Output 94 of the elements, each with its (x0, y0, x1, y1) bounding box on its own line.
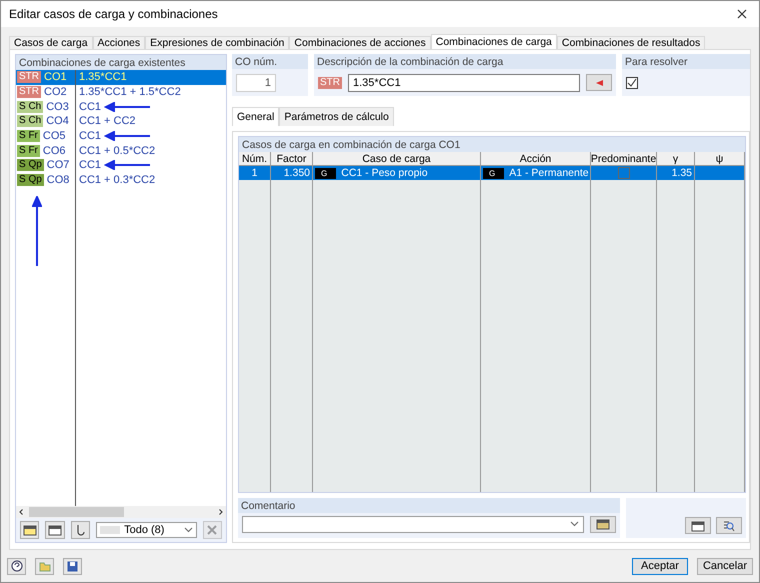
search-icon (723, 520, 735, 532)
formula: CC1 (79, 130, 102, 142)
dialog-button[interactable]: Cancelar (697, 558, 753, 574)
chevron-down-icon (570, 521, 579, 527)
arrow-icon (32, 196, 42, 266)
combination-id: CO2 (44, 86, 67, 98)
combination-id: CO3 (46, 100, 69, 113)
table-cell: A1 - Permanente (509, 167, 589, 179)
comment-field[interactable] (242, 516, 584, 532)
group-title: Para resolver (622, 54, 750, 69)
checkbox[interactable] (626, 76, 638, 88)
filter-dropdown[interactable]: Todo (8) (96, 522, 197, 538)
tag: G (315, 168, 336, 178)
arrow-icon (104, 102, 150, 112)
tab[interactable]: General (232, 107, 280, 126)
tag: S Ch (17, 100, 44, 113)
list-item[interactable]: S Qp CO8 (16, 172, 75, 188)
table-cell: CC1 - Peso propio (341, 167, 428, 179)
chevron-right-icon[interactable] (219, 509, 223, 515)
list-item[interactable]: CC1 + CC2 (76, 114, 226, 129)
list-item[interactable]: CC1 (76, 128, 226, 144)
chevron-down-icon (184, 527, 193, 533)
list-item[interactable]: CC1 + 0.3*CC2 (76, 172, 226, 188)
tab[interactable]: Casos de carga (9, 36, 93, 49)
tab[interactable]: Combinaciones de acciones (289, 36, 431, 49)
save-button[interactable] (63, 558, 82, 574)
tag: STR (17, 86, 41, 98)
checkbox[interactable] (618, 167, 630, 179)
list-item[interactable]: S Fr CO5 (16, 128, 75, 144)
arrow-button[interactable] (586, 74, 612, 91)
list-item[interactable]: CC1 (76, 158, 226, 173)
list-item[interactable]: S Qp CO7 (16, 158, 75, 173)
window-button[interactable] (685, 517, 711, 534)
list-item[interactable]: CC1 (76, 99, 226, 114)
triangle-icon (595, 78, 603, 86)
search-button[interactable] (716, 517, 742, 534)
tag: STR (318, 76, 342, 88)
formula: 1.35*CC1 (79, 71, 127, 84)
list-item[interactable]: S Fr CO6 (16, 143, 75, 158)
tag: G (483, 168, 504, 178)
combination-id: CO1 (44, 71, 67, 84)
list-item[interactable]: STR CO2 (16, 84, 75, 100)
description-field[interactable]: 1.35*CC1 (348, 74, 580, 92)
tag: S Qp (17, 159, 44, 172)
combination-id: CO7 (46, 159, 70, 172)
window-icon (48, 524, 62, 536)
formula: 1.35*CC1 + 1.5*CC2 (79, 86, 181, 98)
group-title: Descripción de la combinación de carga (314, 54, 616, 69)
tab[interactable]: Expresiones de combinación (145, 36, 290, 49)
formula: CC1 + 0.3*CC2 (79, 174, 156, 186)
tab[interactable]: Acciones (92, 36, 146, 49)
tag: S Fr (17, 144, 40, 157)
list-item[interactable]: 1.35*CC1 (76, 70, 226, 85)
formula: CC1 + 0.5*CC2 (79, 144, 156, 157)
combination-id: CO6 (42, 144, 66, 157)
tag: STR (17, 71, 41, 84)
group-title: Comentario (238, 498, 620, 513)
group-title: CO núm. (232, 54, 308, 69)
tab[interactable]: Parámetros de cálculo (279, 107, 394, 126)
list-item[interactable]: 1.35*CC1 + 1.5*CC2 (76, 84, 226, 100)
window-icon (691, 520, 705, 532)
list-item[interactable]: S Ch CO3 (16, 99, 75, 114)
number-field[interactable]: 1 (236, 74, 276, 92)
cross-icon (207, 525, 218, 535)
arrow-icon (104, 160, 150, 170)
save-icon (67, 560, 78, 572)
close-icon (737, 8, 747, 18)
list-item[interactable]: CC1 + 0.5*CC2 (76, 143, 226, 158)
tag: S Fr (17, 130, 40, 142)
window-icon (22, 524, 37, 536)
tag: S Qp (17, 174, 44, 186)
new-icon[interactable] (20, 521, 40, 539)
formula: CC1 (79, 100, 102, 113)
window-title: Editar casos de carga y combinaciones (9, 7, 218, 21)
help-icon (10, 560, 22, 572)
combination-id: CO5 (42, 130, 66, 142)
chevron-left-icon[interactable] (19, 509, 23, 515)
list-item[interactable]: STR CO1 (16, 70, 75, 85)
group-title: Combinaciones de carga existentes (16, 55, 226, 70)
list-item[interactable]: S Ch CO4 (16, 114, 75, 129)
help-button[interactable] (7, 558, 26, 574)
group-title: Casos de carga en combinación de carga CO1 (239, 137, 745, 152)
combination-id: CO8 (46, 174, 70, 186)
hook-icon[interactable] (70, 521, 90, 539)
tag: S Ch (17, 115, 44, 128)
arrow-icon (104, 131, 150, 142)
table-row[interactable]: 1 1.350 G CC1 - Peso propio G A1 - Permanente 1.35 (239, 166, 745, 180)
formula: CC1 (79, 159, 102, 172)
dialog-button[interactable]: Aceptar (632, 558, 688, 574)
combination-id: CO4 (46, 115, 69, 128)
tab[interactable]: Combinaciones de carga (430, 34, 557, 49)
tab[interactable]: Combinaciones de resultados (556, 36, 706, 49)
scrollbar[interactable] (16, 506, 226, 518)
formula: CC1 + CC2 (79, 115, 136, 128)
